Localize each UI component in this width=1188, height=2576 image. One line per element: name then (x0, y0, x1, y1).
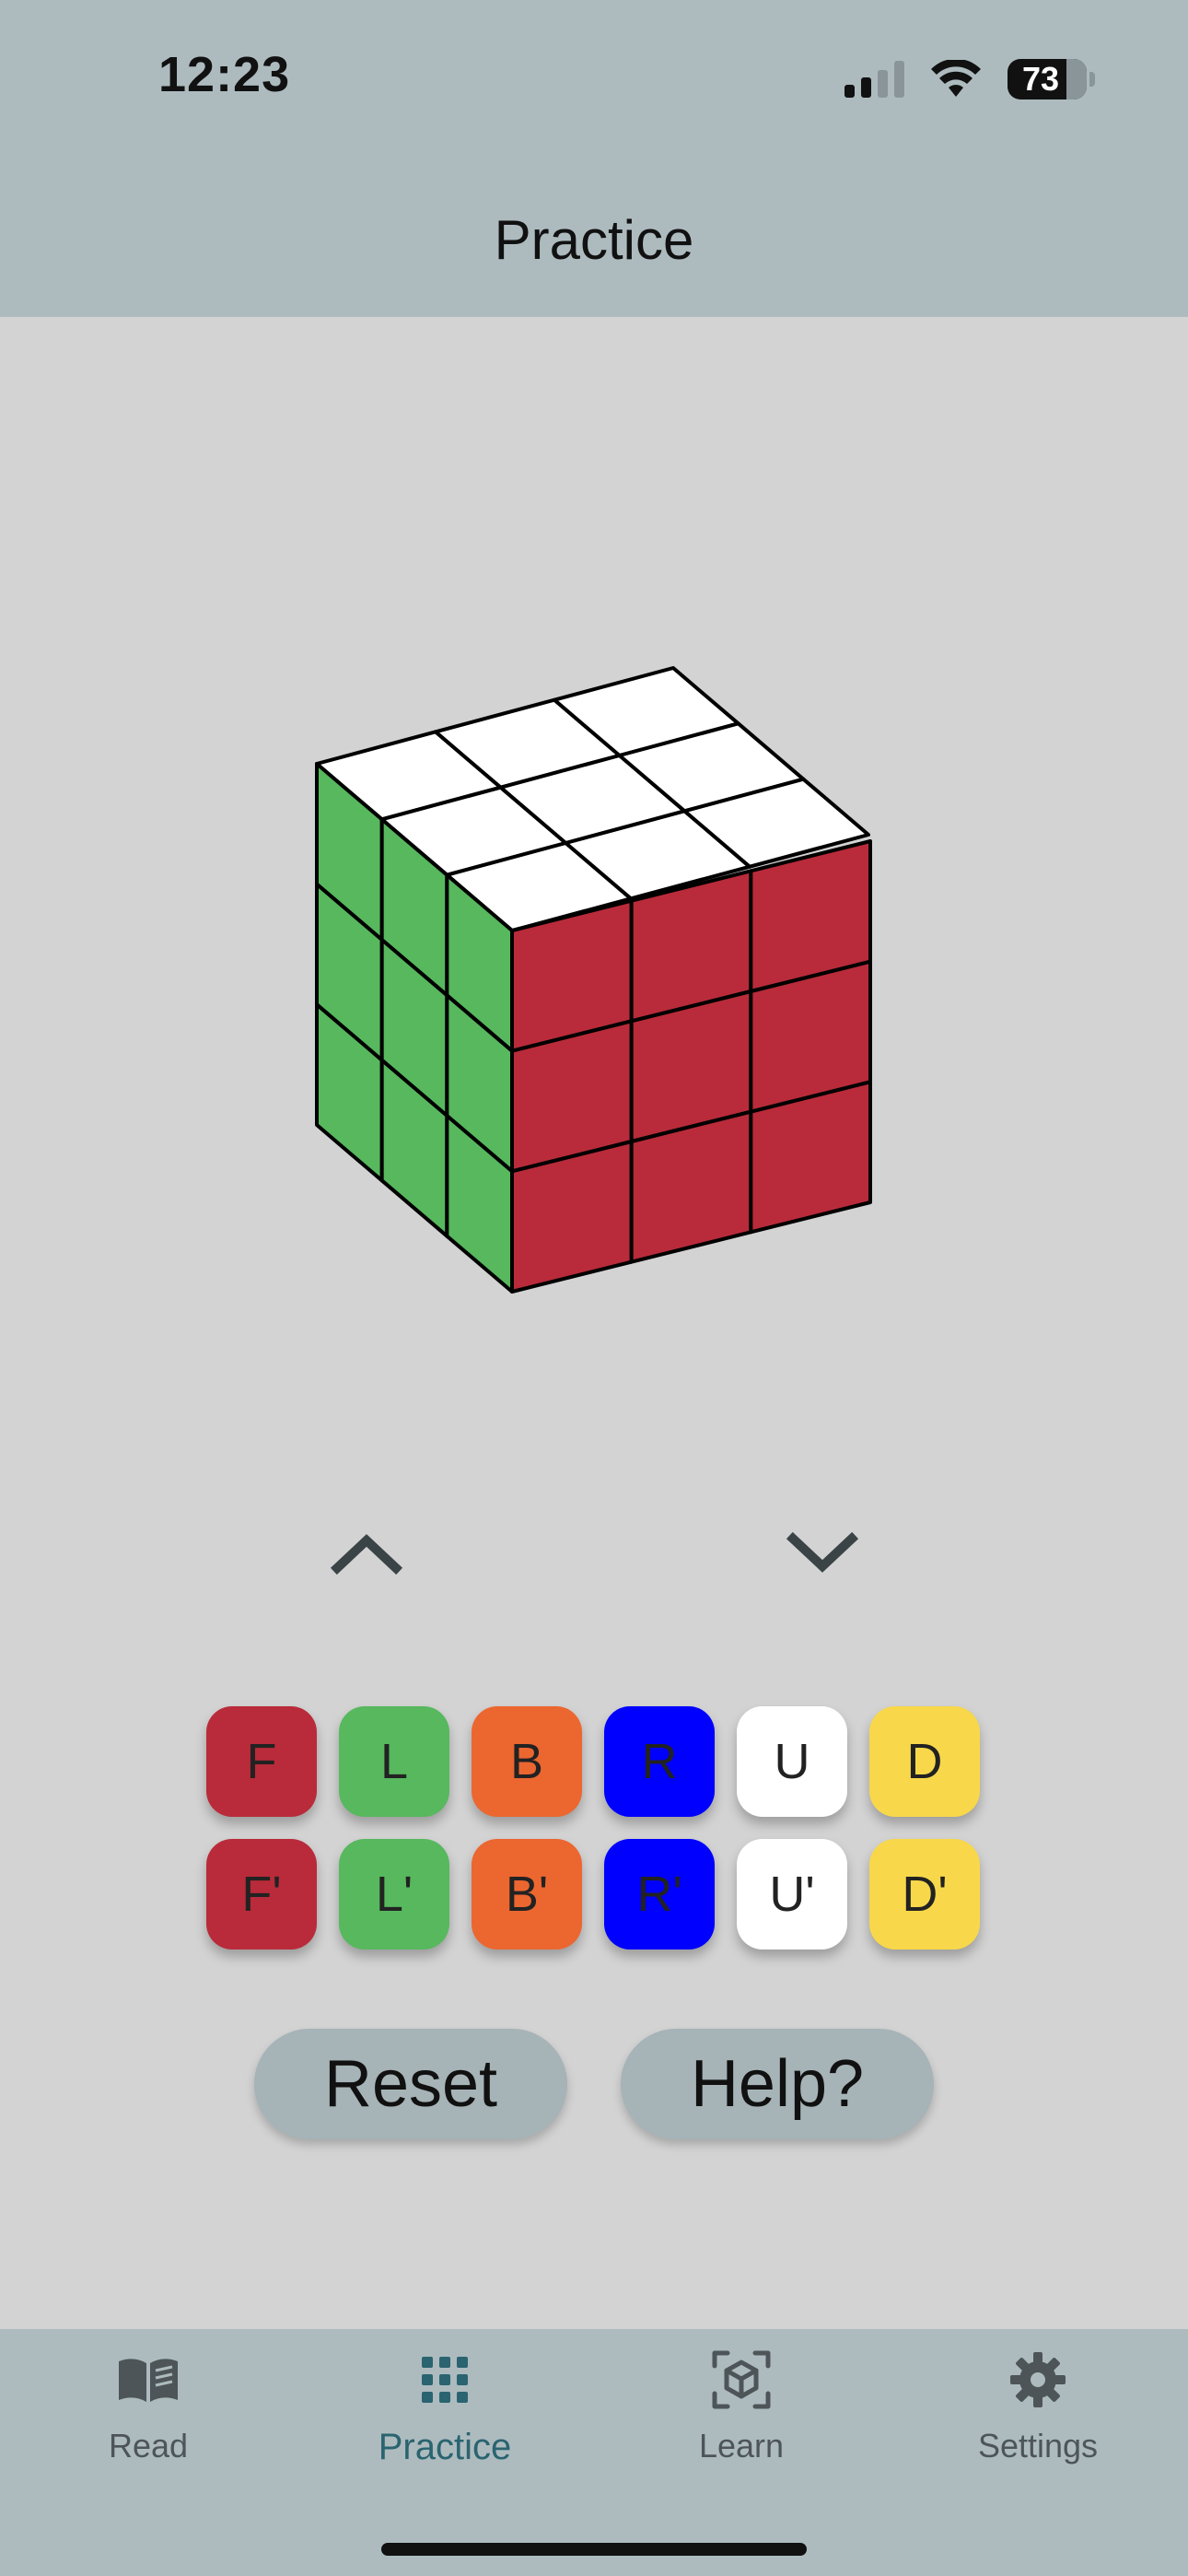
battery-level: 73 (1021, 60, 1060, 98)
tab-settings[interactable]: Settings (890, 2348, 1186, 2495)
rubiks-cube[interactable] (0, 0, 1188, 2576)
move-l-prime-button[interactable]: L' (339, 1839, 449, 1950)
reset-button[interactable]: Reset (254, 2029, 567, 2139)
move-f-button[interactable]: F (206, 1706, 317, 1817)
move-u-button[interactable]: U (737, 1706, 847, 1817)
move-u-prime-button[interactable]: U' (737, 1839, 847, 1950)
move-b-button[interactable]: B (472, 1706, 582, 1817)
chevron-down-icon (786, 1531, 859, 1573)
move-f-prime-button[interactable]: F' (206, 1839, 317, 1950)
tab-practice-label: Practice (378, 2427, 512, 2467)
tab-settings-label: Settings (977, 2427, 1099, 2465)
home-indicator (381, 2543, 807, 2556)
tab-bar: Read Practice Learn Settings (0, 2329, 1188, 2576)
cube-scan-icon (712, 2350, 771, 2409)
move-r-button[interactable]: R (604, 1706, 715, 1817)
rotate-up-button[interactable] (316, 1516, 417, 1589)
tab-learn[interactable]: Learn (593, 2348, 890, 2495)
move-d-button[interactable]: D (869, 1706, 980, 1817)
move-r-prime-button[interactable]: R' (604, 1839, 715, 1950)
move-buttons: F L B R U D F' L' B' R' U' D' (206, 1706, 980, 1950)
chevron-up-icon (330, 1534, 403, 1575)
grid-icon (422, 2357, 468, 2403)
tab-learn-label: Learn (698, 2427, 785, 2465)
book-icon (119, 2359, 178, 2402)
move-b-prime-button[interactable]: B' (472, 1839, 582, 1950)
rotate-down-button[interactable] (772, 1516, 873, 1589)
move-d-prime-button[interactable]: D' (869, 1839, 980, 1950)
tab-practice[interactable]: Practice (297, 2348, 593, 2495)
gear-icon (1010, 2352, 1066, 2407)
move-l-button[interactable]: L (339, 1706, 449, 1817)
tab-read[interactable]: Read (0, 2348, 297, 2495)
tab-read-label: Read (108, 2427, 189, 2465)
help-button[interactable]: Help? (621, 2029, 934, 2139)
